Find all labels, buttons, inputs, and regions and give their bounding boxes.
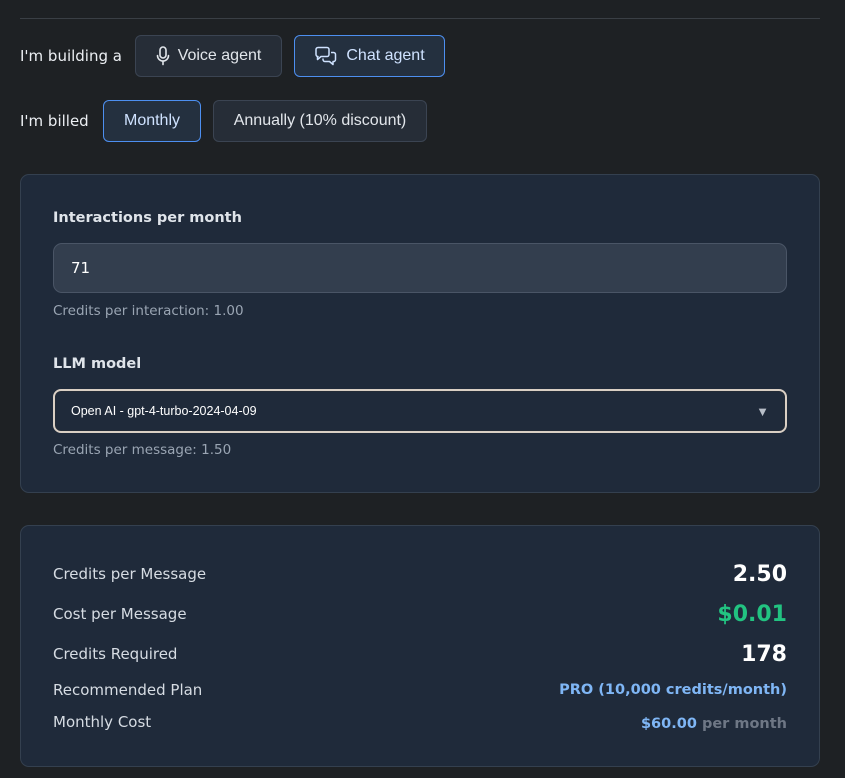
recommended-plan-value: PRO (10,000 credits/month) xyxy=(559,682,787,698)
credits-per-interaction-hint: Credits per interaction: 1.00 xyxy=(53,303,244,319)
llm-model-value: Open AI - gpt-4-turbo-2024-04-09 xyxy=(71,404,257,418)
credits-required-row: Credits Required 178 xyxy=(53,638,787,670)
billing-label: I'm billed xyxy=(20,112,89,130)
monthly-cost-label: Monthly Cost xyxy=(53,713,152,731)
credits-per-message-label: Credits per Message xyxy=(53,565,207,583)
annual-button[interactable]: Annually (10% discount) xyxy=(213,100,427,142)
recommended-plan-row: Recommended Plan PRO (10,000 credits/mon… xyxy=(53,674,787,706)
cost-per-message-label: Cost per Message xyxy=(53,605,187,623)
credits-required-value: 178 xyxy=(741,641,787,667)
monthly-cost-group: $60.00 per month xyxy=(641,713,787,732)
agent-type-label: I'm building a xyxy=(20,47,122,65)
monthly-button[interactable]: Monthly xyxy=(103,100,201,142)
monthly-cost-value: $60.00 xyxy=(640,715,697,732)
llm-model-label: LLM model xyxy=(53,356,142,372)
interactions-input[interactable]: 71 xyxy=(53,243,787,293)
chat-agent-button[interactable]: Chat agent xyxy=(294,35,445,77)
credits-required-label: Credits Required xyxy=(53,645,178,663)
microphone-icon xyxy=(156,46,170,66)
chat-agent-label: Chat agent xyxy=(346,47,425,64)
inputs-card: Interactions per month 71 Credits per in… xyxy=(20,174,820,493)
monthly-cost-suffix: per month xyxy=(701,715,787,732)
recommended-plan-label: Recommended Plan xyxy=(53,681,203,699)
top-divider xyxy=(20,18,820,19)
agent-type-row: I'm building a Voice agent Chat agent xyxy=(20,35,445,77)
llm-model-select[interactable]: Open AI - gpt-4-turbo-2024-04-09 ▼ xyxy=(53,389,787,433)
monthly-cost-row: Monthly Cost $60.00 per month xyxy=(53,706,787,738)
interactions-label: Interactions per month xyxy=(53,210,242,226)
caret-down-icon: ▼ xyxy=(756,404,769,419)
voice-agent-button[interactable]: Voice agent xyxy=(135,35,282,77)
billing-row: I'm billed Monthly Annually (10% discoun… xyxy=(20,100,427,142)
cost-per-message-row: Cost per Message $0.01 xyxy=(53,598,787,630)
credits-per-message-row: Credits per Message 2.50 xyxy=(53,558,787,590)
cost-per-message-value: $0.01 xyxy=(717,601,787,627)
interactions-value: 71 xyxy=(71,259,91,277)
voice-agent-label: Voice agent xyxy=(177,47,262,64)
credits-per-message-hint: Credits per message: 1.50 xyxy=(53,442,232,458)
summary-card: Credits per Message 2.50 Cost per Messag… xyxy=(20,525,820,767)
credits-per-message-value: 2.50 xyxy=(732,561,787,587)
chat-bubbles-icon xyxy=(314,46,338,66)
